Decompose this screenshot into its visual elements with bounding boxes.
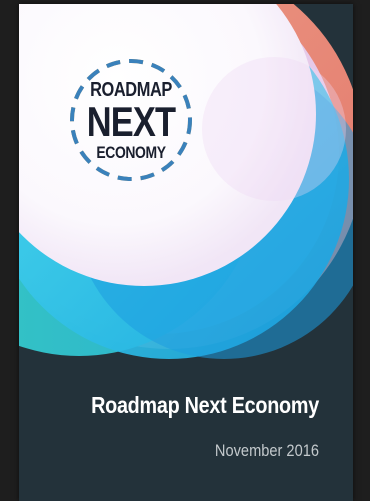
roadmap-next-economy-logo: ROADMAP NEXT ECONOMY	[66, 55, 196, 185]
lavender-glow	[202, 57, 346, 201]
report-title: Roadmap Next Economy	[91, 392, 319, 418]
logo-wordmark: ROADMAP NEXT ECONOMY	[78, 55, 185, 185]
logo-word-roadmap: ROADMAP	[90, 78, 172, 101]
report-cover: ROADMAP NEXT ECONOMY Roadmap Next Econom…	[19, 4, 353, 501]
logo-word-next: NEXT	[86, 97, 176, 145]
document-viewer: ROADMAP NEXT ECONOMY Roadmap Next Econom…	[0, 0, 370, 501]
logo-word-economy: ECONOMY	[96, 142, 166, 162]
report-date: November 2016	[214, 441, 319, 460]
